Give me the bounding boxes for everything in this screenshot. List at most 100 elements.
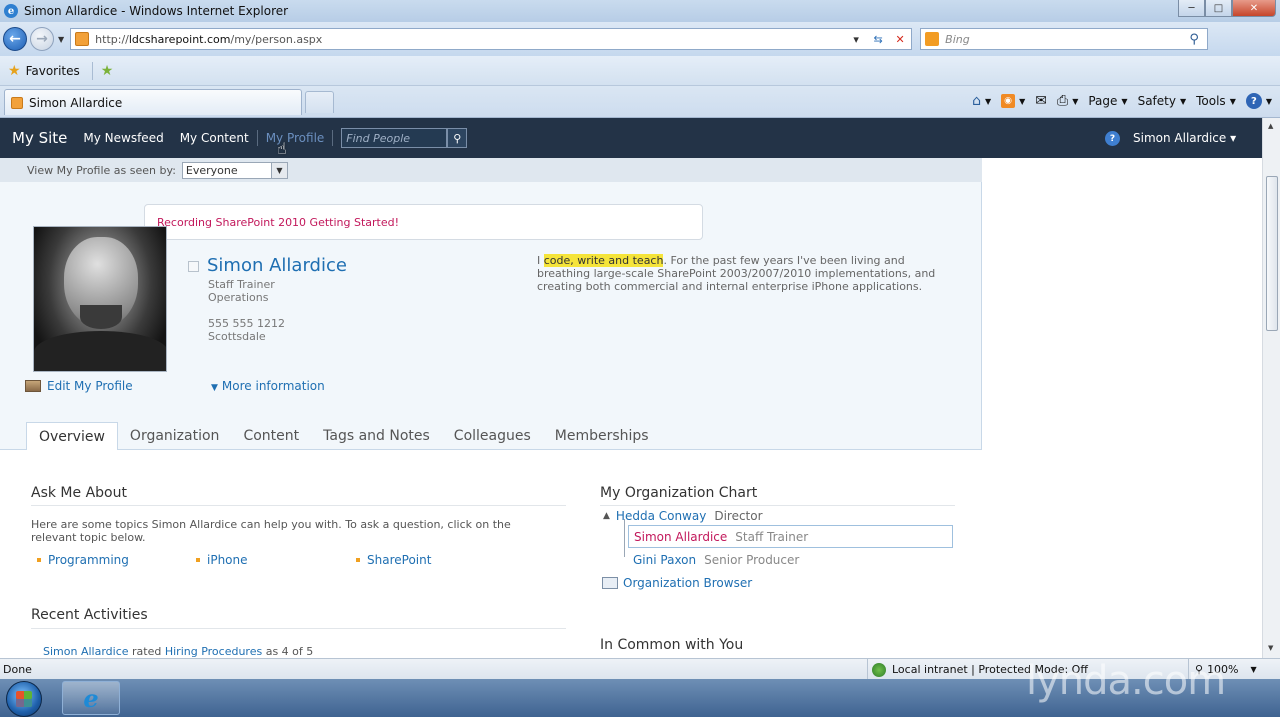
chevron-down-icon: ▼ <box>211 383 218 393</box>
user-menu[interactable]: Simon Allardice ▾ <box>1133 131 1236 145</box>
organization-browser-link[interactable]: Organization Browser <box>602 576 752 590</box>
section-divider <box>31 628 566 629</box>
address-toolbar: ← → ▼ http://ldcsharepoint.com/my/person… <box>0 22 1280 56</box>
mouse-cursor-icon: ☝ <box>277 139 287 158</box>
find-people-input[interactable]: Find People <box>341 128 448 148</box>
tools-menu[interactable]: Tools <box>1196 94 1226 108</box>
tab-title: Simon Allardice <box>29 95 123 110</box>
org-me-row[interactable]: Simon Allardice Staff Trainer <box>628 525 953 548</box>
home-dropdown-icon[interactable]: ▼ <box>985 97 991 106</box>
feeds-dropdown-icon[interactable]: ▼ <box>1019 97 1025 106</box>
vertical-scrollbar[interactable]: ▲ ▼ <box>1262 118 1280 658</box>
history-dropdown-icon[interactable]: ▼ <box>58 35 64 44</box>
search-box[interactable]: Bing ⚲ <box>920 28 1209 50</box>
forward-button[interactable]: → <box>30 27 54 51</box>
profile-name: Simon Allardice <box>207 255 347 276</box>
view-as-value: Everyone <box>185 163 238 177</box>
search-icon[interactable]: ⚲ <box>1181 32 1207 47</box>
minimize-button[interactable]: ─ <box>1178 0 1205 17</box>
address-dropdown-icon[interactable]: ▾ <box>845 33 867 46</box>
url-text[interactable]: http://ldcsharepoint.com/my/person.aspx <box>95 33 322 46</box>
profile-location: Scottsdale <box>208 330 266 343</box>
address-bar[interactable]: http://ldcsharepoint.com/my/person.aspx … <box>70 28 913 50</box>
search-placeholder[interactable]: Bing <box>945 33 970 46</box>
favorites-bar: ★ Favorites ★ <box>0 56 1280 86</box>
my-site-title[interactable]: My Site <box>12 129 67 147</box>
taskbar-ie-button[interactable]: e <box>62 681 120 715</box>
status-message-bubble[interactable]: Recording SharePoint 2010 Getting Starte… <box>144 204 703 240</box>
tab-favicon-icon <box>11 96 23 109</box>
recent-activities-heading: Recent Activities <box>31 607 148 623</box>
mail-icon[interactable]: ✉ <box>1035 93 1047 109</box>
favorites-button[interactable]: Favorites <box>26 64 80 78</box>
profile-job-title: Staff Trainer <box>208 278 275 291</box>
status-text: Done <box>3 662 32 676</box>
print-dropdown-icon[interactable]: ▼ <box>1072 97 1078 106</box>
refresh-icon[interactable]: ⇆ <box>867 33 889 46</box>
org-peer-title: Senior Producer <box>704 553 800 567</box>
scrollbar-thumb[interactable] <box>1266 176 1278 331</box>
find-people-search-icon[interactable]: ⚲ <box>447 128 468 148</box>
org-peer-name[interactable]: Gini Paxon <box>633 553 696 567</box>
topic-sharepoint[interactable]: SharePoint <box>356 553 431 567</box>
org-chart-heading: My Organization Chart <box>600 485 758 501</box>
ask-me-about-description: Here are some topics Simon Allardice can… <box>31 518 511 544</box>
org-manager-title: Director <box>714 509 763 523</box>
stop-icon[interactable]: ✕ <box>889 33 911 46</box>
print-icon[interactable]: ⎙ <box>1057 93 1068 109</box>
org-me-title: Staff Trainer <box>735 529 809 544</box>
status-message: Recording SharePoint 2010 Getting Starte… <box>157 215 400 229</box>
org-manager-name[interactable]: Hedda Conway <box>616 509 706 523</box>
home-icon[interactable]: ⌂ <box>972 93 981 109</box>
close-button[interactable]: ✕ <box>1232 0 1276 17</box>
window-title: Simon Allardice - Windows Internet Explo… <box>24 4 289 18</box>
tab-tags-and-notes[interactable]: Tags and Notes <box>311 422 442 450</box>
zoom-dropdown-icon[interactable]: ▼ <box>1251 665 1257 674</box>
page-viewport: My Site My Newsfeed My Content My Profil… <box>0 118 1262 658</box>
new-tab-button[interactable] <box>305 91 334 113</box>
tab-row: Simon Allardice ⌂ ▼ ◉ ▼ ✉ ⎙ ▼ Page ▼ Safety ▼… <box>0 86 1280 118</box>
view-as-select[interactable]: Everyone ▼ <box>181 161 288 179</box>
safety-dropdown-icon[interactable]: ▼ <box>1180 97 1186 106</box>
edit-profile-icon <box>25 380 41 392</box>
nav-my-content[interactable]: My Content <box>180 131 249 145</box>
edit-profile-link[interactable]: Edit My Profile <box>25 379 133 393</box>
bing-icon <box>925 32 940 46</box>
page-dropdown-icon[interactable]: ▼ <box>1121 97 1127 106</box>
recent-activity-item: Simon Allardice rated Hiring Procedures … <box>43 645 314 658</box>
presence-indicator-icon[interactable] <box>188 261 199 272</box>
sharepoint-help-icon[interactable]: ? <box>1105 131 1120 146</box>
page-menu[interactable]: Page <box>1088 94 1117 108</box>
safety-menu[interactable]: Safety <box>1138 94 1176 108</box>
nav-my-profile[interactable]: My Profile <box>266 131 325 145</box>
more-information-link[interactable]: ▼ More information <box>211 379 325 393</box>
feeds-icon[interactable]: ◉ <box>1001 94 1016 108</box>
profile-photo <box>33 226 167 372</box>
window-controls: ─ □ ✕ <box>1178 0 1276 17</box>
maximize-button[interactable]: □ <box>1205 0 1232 17</box>
browser-tab[interactable]: Simon Allardice <box>4 89 302 115</box>
tab-colleagues[interactable]: Colleagues <box>442 422 543 450</box>
add-favorites-icon[interactable]: ★ <box>101 63 114 79</box>
tab-content[interactable]: Content <box>231 422 311 450</box>
tools-dropdown-icon[interactable]: ▼ <box>1230 97 1236 106</box>
lynda-watermark: lynda.com <box>1026 658 1226 704</box>
tab-overview[interactable]: Overview <box>26 422 118 450</box>
site-favicon-icon <box>75 32 90 46</box>
scroll-down-icon[interactable]: ▼ <box>1268 644 1273 652</box>
back-button[interactable]: ← <box>3 27 27 51</box>
tab-memberships[interactable]: Memberships <box>543 422 661 450</box>
nav-my-newsfeed[interactable]: My Newsfeed <box>83 131 163 145</box>
topic-programming[interactable]: Programming <box>37 553 129 567</box>
tab-organization[interactable]: Organization <box>118 422 232 450</box>
help-dropdown-icon[interactable]: ▼ <box>1266 97 1272 106</box>
profile-header: View My Profile as seen by: Everyone ▼ R… <box>0 158 982 450</box>
start-button[interactable] <box>6 681 42 717</box>
chevron-down-icon[interactable]: ▼ <box>270 162 287 178</box>
scroll-up-icon[interactable]: ▲ <box>1268 122 1273 130</box>
org-browser-icon <box>602 577 618 589</box>
favorites-star-icon[interactable]: ★ <box>8 63 21 79</box>
help-icon[interactable]: ? <box>1245 93 1262 109</box>
topic-iphone[interactable]: iPhone <box>196 553 248 567</box>
nav-divider <box>256 130 258 146</box>
